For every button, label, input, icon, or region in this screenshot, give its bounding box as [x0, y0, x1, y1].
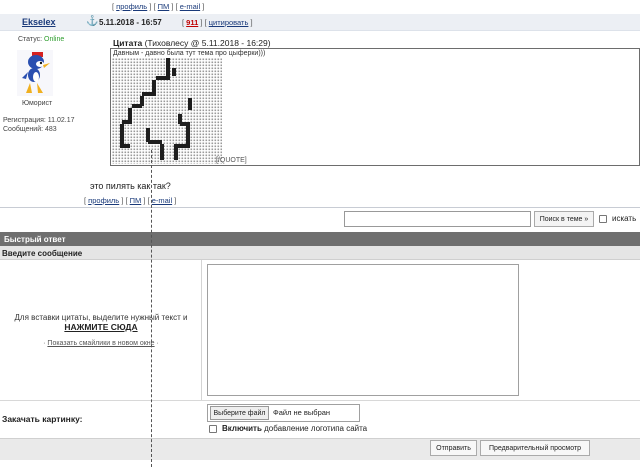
- upload-label: Закачать картинку:: [2, 414, 83, 424]
- avatar: [17, 50, 53, 96]
- logo-rest-text: добавление логотипа сайта: [264, 424, 368, 433]
- search-checkbox-label: искать: [612, 214, 637, 223]
- message-count: Сообщений: 483: [3, 126, 57, 133]
- post-date: 5.11.2018 - 16:57: [99, 18, 162, 27]
- ascii-art-image: [112, 58, 222, 164]
- status-value: Online: [44, 36, 65, 43]
- message-textarea[interactable]: [207, 264, 519, 396]
- dashed-guide-line: [151, 150, 152, 467]
- send-button[interactable]: Отправить: [430, 440, 477, 456]
- search-checkbox[interactable]: [599, 215, 607, 223]
- top-post-links: [ профиль ] [ ПМ ] [ e-mail ]: [112, 2, 205, 11]
- smilies-link-wrap: · Показать смайлики в новом окне ·: [43, 340, 159, 347]
- quote-meta: (Тиховлесу @ 5.11.2018 - 16:29): [144, 38, 271, 48]
- quote-header: Цитата (Тиховлесу @ 5.11.2018 - 16:29): [113, 38, 271, 48]
- user-status: Статус: Online: [18, 36, 64, 43]
- insert-quote-link[interactable]: НАЖМИТЕ СЮДА: [0, 322, 202, 332]
- quote-text: Давным - давно была тут тема про цыферки…: [113, 50, 266, 57]
- profile-link[interactable]: профиль: [116, 2, 147, 11]
- quick-reply-title: Быстрый ответ: [4, 235, 66, 244]
- quote-end-tag: [/QUOTE]: [216, 157, 247, 164]
- post-author[interactable]: Ekselex: [22, 17, 56, 27]
- logo-checkbox-label: Включить добавление логотипа сайта: [222, 424, 367, 433]
- profile-link-bottom[interactable]: профиль: [88, 196, 119, 205]
- quote-title: Цитата: [113, 38, 143, 48]
- pm-link-bottom[interactable]: ПМ: [130, 196, 142, 205]
- file-status: Файл не выбран: [273, 408, 331, 417]
- registration-date: Регистрация: 11.02.17: [3, 117, 75, 124]
- post-message: это пилять как так?: [90, 181, 171, 191]
- user-rank: Юморист: [22, 100, 53, 107]
- choose-file-button[interactable]: Выберите файл: [210, 406, 269, 420]
- quote-post-link[interactable]: цитировать: [209, 18, 249, 27]
- bottom-post-links: [ профиль ] [ ПМ ] [ e-mail ]: [84, 196, 177, 205]
- pm-link[interactable]: ПМ: [158, 2, 170, 11]
- search-in-topic-button[interactable]: Поиск в теме »: [534, 211, 594, 227]
- quote-hint-text: Для вставки цитаты, выделите нужный текс…: [14, 313, 188, 322]
- user-stats: Регистрация: 11.02.17 Сообщений: 483: [3, 116, 75, 134]
- enter-message-bar: [0, 246, 640, 260]
- email-link[interactable]: e-mail: [180, 2, 200, 11]
- logo-enable-text: Включить: [222, 424, 262, 433]
- email-link-bottom[interactable]: e-mail: [152, 196, 172, 205]
- post-number-link[interactable]: 911: [186, 18, 198, 27]
- preview-button[interactable]: Предварительный просмотр: [480, 440, 590, 456]
- quick-reply-bar: [0, 232, 640, 246]
- post-header-links: [ 911 ] [ цитировать ]: [182, 18, 253, 27]
- anchor-icon[interactable]: ⚓: [86, 16, 98, 27]
- show-smilies-link[interactable]: Показать смайлики в новом окне: [47, 340, 154, 347]
- divider: [0, 207, 640, 208]
- logo-checkbox[interactable]: [209, 425, 217, 433]
- status-label: Статус:: [18, 36, 43, 43]
- search-input[interactable]: [344, 211, 531, 227]
- enter-message-title: Введите сообщение: [2, 249, 83, 258]
